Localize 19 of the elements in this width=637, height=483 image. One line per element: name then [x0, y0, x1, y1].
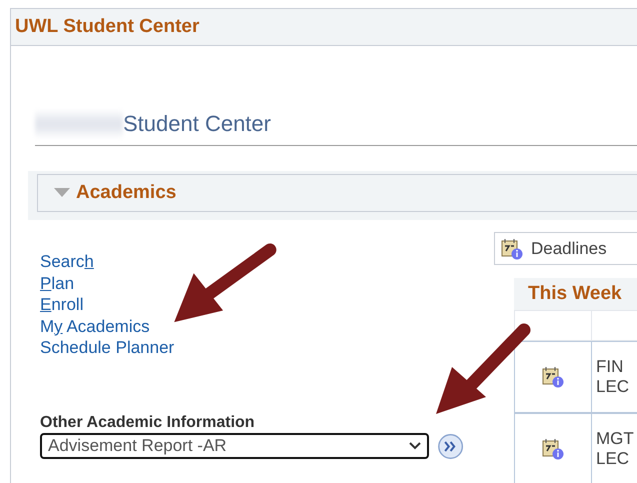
table-cell: FIN LEC: [592, 341, 637, 413]
calendar-info-icon[interactable]: [542, 438, 564, 460]
nav-link[interactable]: Plan: [40, 272, 74, 294]
panel-title: This Week: [514, 278, 637, 310]
dropdown-field[interactable]: Advisement Report -AR: [40, 433, 429, 459]
nav-link[interactable]: Enroll: [40, 294, 84, 316]
section-title: Academics: [76, 182, 176, 204]
go-button[interactable]: [436, 432, 464, 460]
nav-link[interactable]: Schedule Planner: [40, 337, 174, 358]
calendar-info-icon[interactable]: [542, 366, 564, 388]
heading-title: Student Center: [123, 111, 271, 137]
chevron-down-icon: [408, 442, 421, 450]
section-header[interactable]: Academics: [37, 174, 637, 212]
page-title: UWL Student Center: [15, 16, 200, 38]
nav-link[interactable]: My Academics: [40, 316, 150, 337]
calendar-info-icon: [501, 238, 523, 260]
field-label: Other Academic Information: [40, 414, 256, 432]
nav-link[interactable]: Search: [40, 251, 94, 272]
deadlines-button[interactable]: Deadlines: [494, 232, 637, 265]
